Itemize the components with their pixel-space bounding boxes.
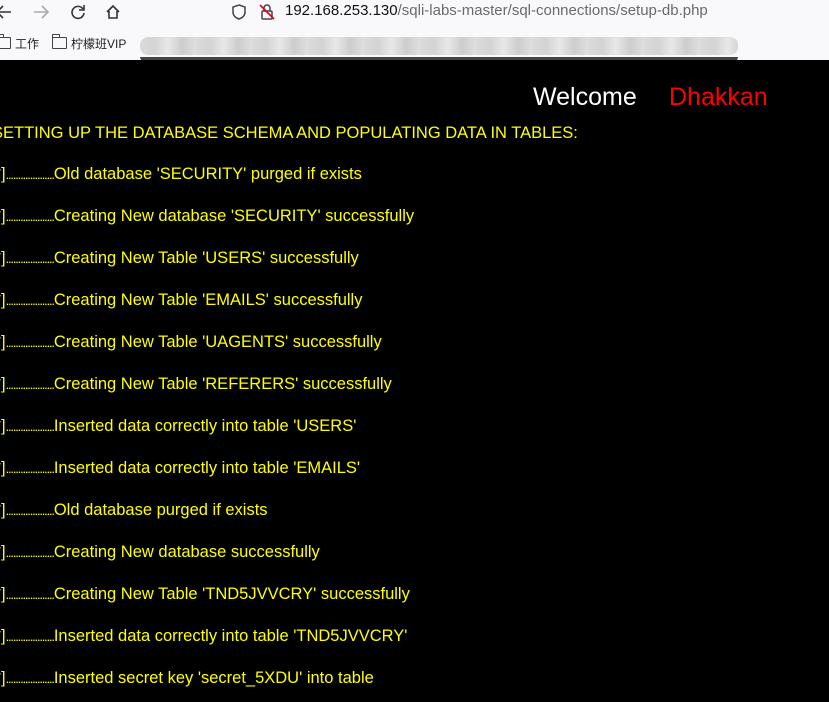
log-dots: .................... <box>5 167 55 182</box>
bookmarks-bar: 工作 柠檬班VIP <box>0 33 829 57</box>
log-message: Creating New database 'SECURITY' success… <box>53 207 415 225</box>
log-dots: .................... <box>5 335 55 350</box>
log-dots: .................... <box>5 251 55 266</box>
log-line: [*]....................Creating New Tabl… <box>0 248 359 269</box>
log-dots: .................... <box>5 545 55 560</box>
log-dots: .................... <box>5 419 55 434</box>
log-message: Creating New Table 'TND5JVVCRY' successf… <box>53 585 410 603</box>
welcome-text: Welcome <box>533 83 637 111</box>
log-dots: .................... <box>5 587 55 602</box>
log-dots: .................... <box>5 629 55 644</box>
log-message: Old database purged if exists <box>53 501 268 519</box>
log-line: [*]....................Old database 'SEC… <box>0 164 362 185</box>
log-line: [*]....................Creating New Tabl… <box>0 332 382 353</box>
log-line: [*]....................Creating New Tabl… <box>0 374 392 395</box>
log-line: [*]....................Inserted data cor… <box>0 626 407 647</box>
url-host: 192.168.253.130 <box>285 2 398 19</box>
page-content: Welcome Dhakkan SETTING UP THE DATABASE … <box>0 60 829 702</box>
log-line: [*]....................Creating New Tabl… <box>0 584 410 605</box>
arrow-left-icon[interactable] <box>0 1 16 23</box>
log-line: [*]....................Creating New Tabl… <box>0 290 362 311</box>
log-message: Creating New Table 'USERS' successfully <box>53 249 359 267</box>
shield-icon[interactable] <box>230 3 248 21</box>
log-message: Creating New database successfully <box>53 543 320 561</box>
log-message: Inserted data correctly into table 'TND5… <box>53 627 408 645</box>
setup-heading: SETTING UP THE DATABASE SCHEMA AND POPUL… <box>0 124 578 142</box>
log-message: Creating New Table 'EMAILS' successfully <box>53 291 363 309</box>
reload-icon[interactable] <box>66 1 90 23</box>
log-dots: .................... <box>5 293 55 308</box>
log-line: [*]....................Inserted data cor… <box>0 458 360 479</box>
url-bar[interactable]: 192.168.253.130/sqli-labs-master/sql-con… <box>285 2 708 20</box>
browser-chrome: 192.168.253.130/sqli-labs-master/sql-con… <box>0 0 829 61</box>
log-message: Creating New Table 'REFERERS' successful… <box>53 375 392 393</box>
redacted-bookmarks <box>140 37 738 55</box>
welcome-name: Dhakkan <box>669 83 768 111</box>
navigation-bar: 192.168.253.130/sqli-labs-master/sql-con… <box>0 0 829 26</box>
log-message: Creating New Table 'UAGENTS' successfull… <box>53 333 382 351</box>
log-dots: .................... <box>5 671 55 686</box>
log-line: [*]....................Creating New data… <box>0 206 414 227</box>
log-dots: .................... <box>5 377 55 392</box>
arrow-right-icon[interactable] <box>29 1 53 23</box>
home-icon[interactable] <box>101 1 125 23</box>
log-message: Inserted secret key 'secret_5XDU' into t… <box>53 669 374 687</box>
log-line: [*]....................Inserted secret k… <box>0 668 374 689</box>
lock-slash-icon[interactable] <box>258 3 276 21</box>
log-message: Inserted data correctly into table 'EMAI… <box>53 459 361 477</box>
log-line: [*]....................Old database purg… <box>0 500 268 521</box>
log-message: Inserted data correctly into table 'USER… <box>53 417 357 435</box>
bookmark-label: 工作 <box>15 37 40 51</box>
log-dots: .................... <box>5 209 55 224</box>
bookmark-label: 柠檬班VIP <box>71 37 127 51</box>
folder-icon <box>51 34 67 49</box>
folder-icon <box>0 34 11 49</box>
log-dots: .................... <box>5 461 55 476</box>
log-dots: .................... <box>5 503 55 518</box>
url-path: /sqli-labs-master/sql-connections/setup-… <box>397 2 708 19</box>
log-line: [*]....................Inserted data cor… <box>0 416 356 437</box>
bookmark-vip[interactable]: 柠檬班VIP <box>51 34 127 52</box>
log-message: Old database 'SECURITY' purged if exists <box>53 165 362 183</box>
log-line: [*]....................Creating New data… <box>0 542 320 563</box>
bookmark-work[interactable]: 工作 <box>0 34 40 52</box>
